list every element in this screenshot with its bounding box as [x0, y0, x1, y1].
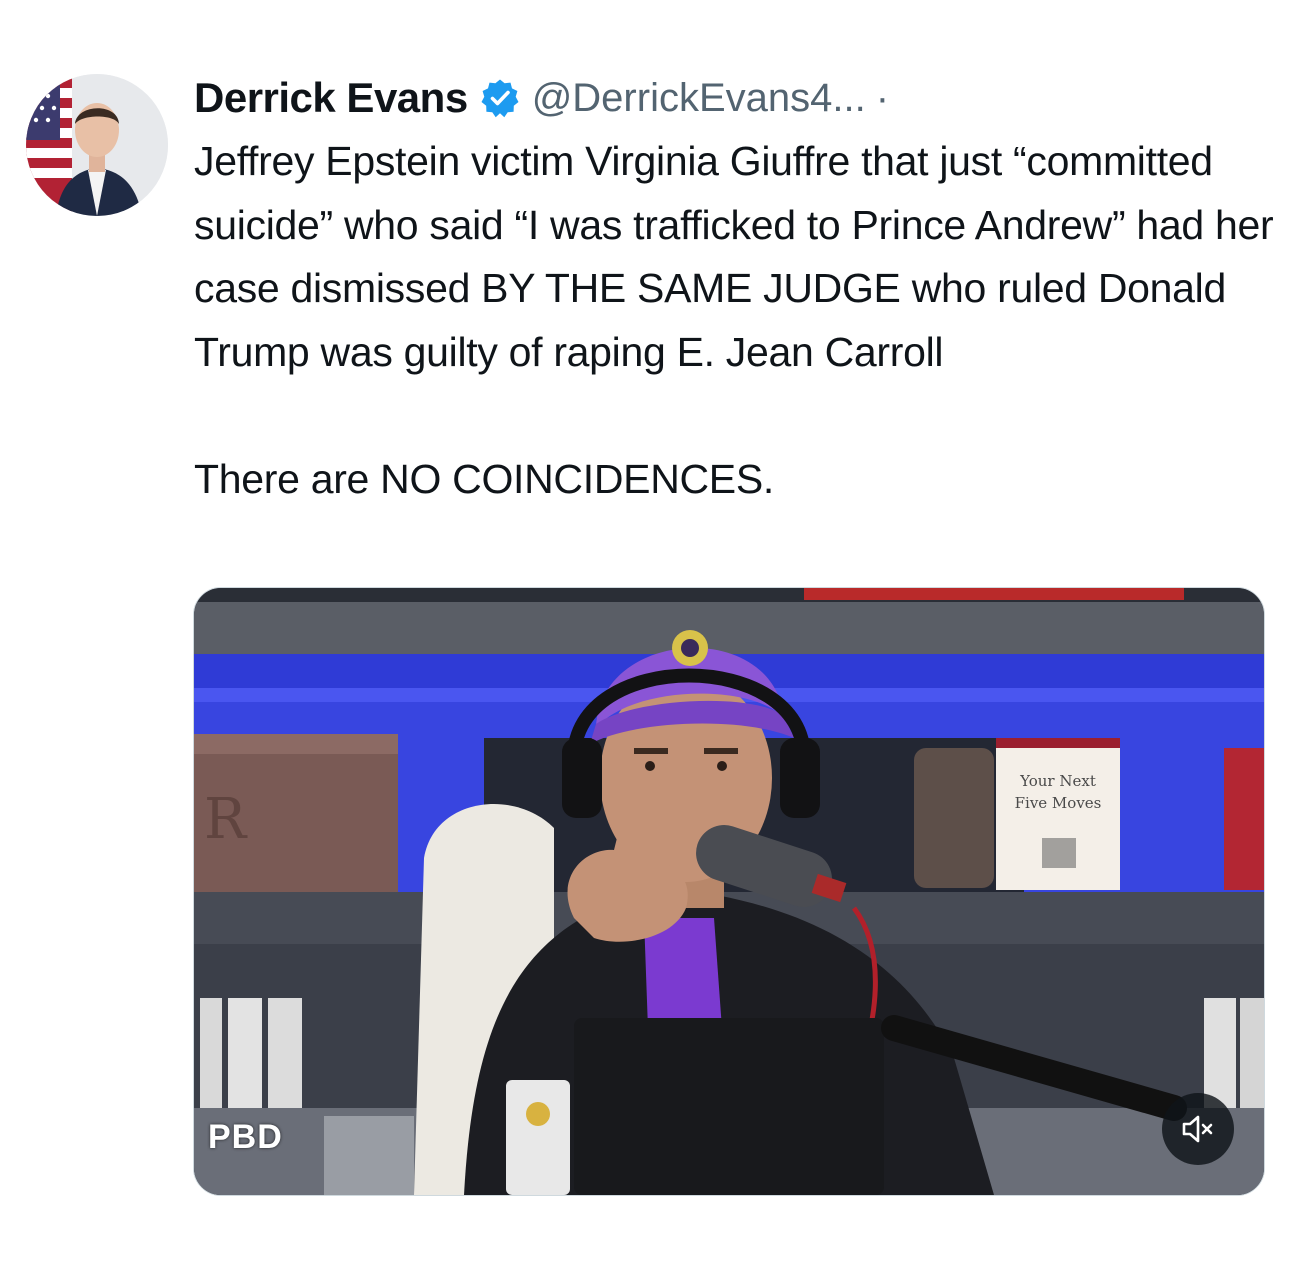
- tweet-video[interactable]: R Your Next Five Moves PBD: [193, 587, 1265, 1196]
- author-name[interactable]: Derrick Evans: [194, 74, 468, 122]
- verified-badge-icon[interactable]: [480, 78, 520, 118]
- video-frame-illustration: R Your Next Five Moves: [194, 588, 1264, 1195]
- tweet-text: Jeffrey Epstein victim Virginia Giuffre …: [194, 138, 1274, 502]
- svg-text:Five Moves: Five Moves: [1015, 794, 1102, 812]
- author-avatar[interactable]: [26, 74, 168, 216]
- tweet-header: Derrick Evans @DerrickEvans4... ·: [194, 70, 889, 126]
- mute-button[interactable]: [1162, 1093, 1234, 1165]
- separator-dot: ·: [875, 75, 890, 120]
- svg-text:R: R: [204, 787, 248, 852]
- author-handle[interactable]: @DerrickEvans4...: [532, 76, 866, 121]
- tweet: Derrick Evans @DerrickEvans4... · Jeffre…: [0, 0, 1290, 1272]
- speaker-muted-icon: [1182, 1115, 1213, 1143]
- svg-text:Your Next: Your Next: [1019, 772, 1096, 790]
- video-watermark: PBD: [208, 1118, 283, 1156]
- avatar-photo-icon: [26, 74, 168, 216]
